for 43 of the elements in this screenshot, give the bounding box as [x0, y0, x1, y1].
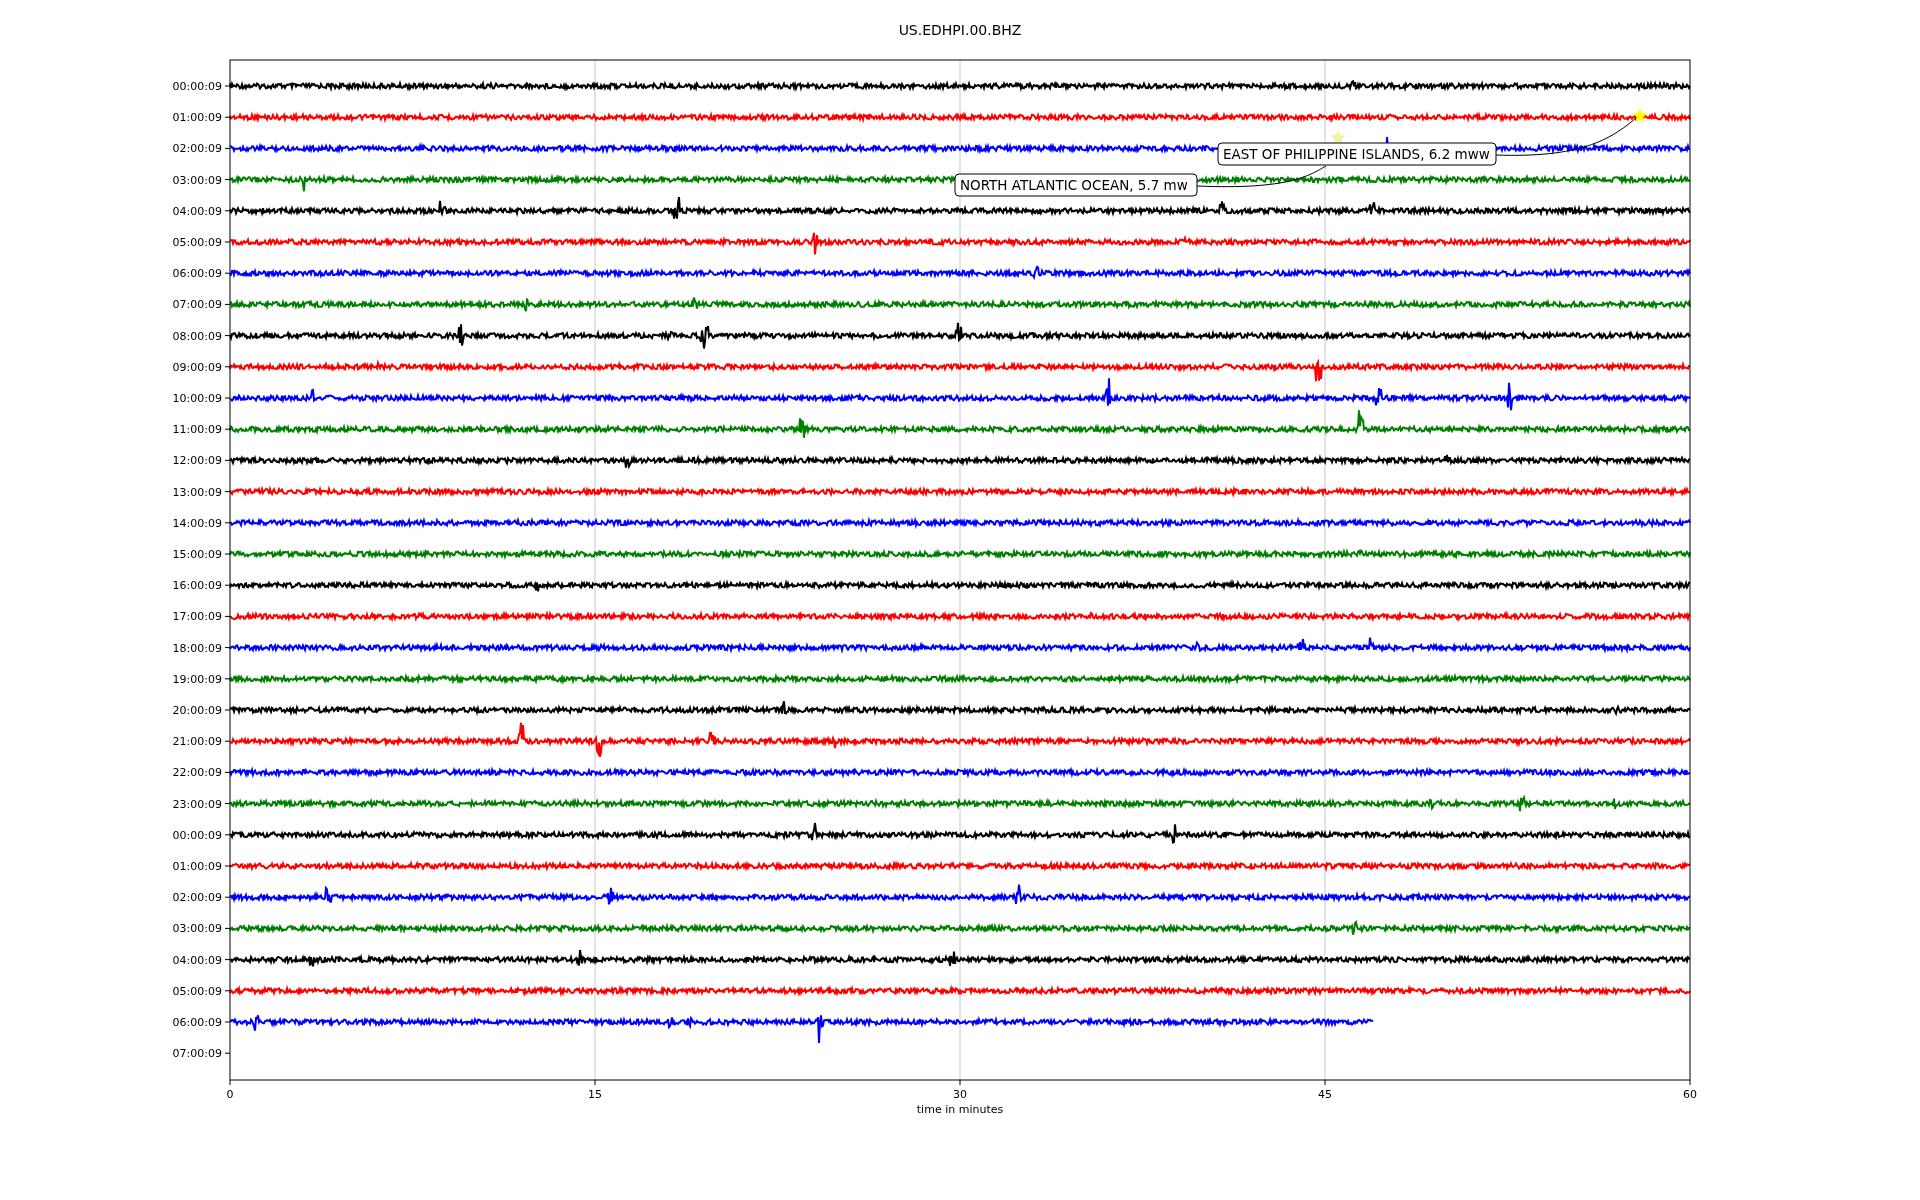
time-label: 06:00:09 [172, 1016, 222, 1029]
time-label: 22:00:09 [172, 766, 222, 780]
event-label: EAST OF PHILIPPINE ISLANDS, 6.2 mww [1217, 142, 1497, 166]
time-label: 00:00:09 [172, 80, 222, 93]
time-label: 19:00:09 [172, 672, 222, 686]
time-label: 02:00:09 [172, 891, 222, 905]
time-label: 06:00:09 [172, 267, 222, 281]
time-label: 01:00:09 [172, 860, 222, 873]
time-label: 13:00:09 [172, 485, 222, 499]
x-tick-label: 15 [588, 1088, 602, 1101]
time-label: 03:00:09 [172, 173, 222, 187]
time-label: 09:00:09 [172, 360, 222, 374]
time-label: 15:00:09 [172, 548, 222, 561]
time-label: 20:00:09 [172, 704, 222, 717]
x-axis-label: time in minutes [916, 1103, 1004, 1116]
star-icon [1330, 130, 1346, 145]
time-label: 03:00:09 [172, 922, 222, 936]
x-tick-label: 45 [1318, 1088, 1332, 1101]
time-label: 08:00:09 [172, 329, 222, 343]
x-tick-label: 0 [226, 1088, 234, 1101]
time-label: 00:00:09 [172, 828, 222, 842]
time-label: 04:00:09 [172, 204, 222, 218]
time-label: 04:00:09 [172, 953, 222, 967]
time-label: 12:00:09 [172, 454, 222, 468]
time-label: 18:00:09 [172, 641, 222, 655]
time-label: 10:00:09 [172, 392, 222, 405]
x-tick-label: 30 [953, 1088, 967, 1101]
time-label: 01:00:09 [172, 111, 222, 125]
time-label: 05:00:09 [172, 984, 222, 998]
time-label: 07:00:09 [172, 298, 222, 312]
x-tick-label: 60 [1683, 1088, 1697, 1101]
time-label: 21:00:09 [172, 735, 222, 749]
time-label: 17:00:09 [172, 610, 222, 624]
time-label: 23:00:09 [172, 797, 222, 811]
plot-title: US.EDHPI.00.BHZ [898, 22, 1022, 38]
time-label: 07:00:09 [172, 1047, 222, 1061]
event-label: NORTH ATLANTIC OCEAN, 5.7 mw [954, 173, 1198, 197]
time-label: 11:00:09 [172, 423, 222, 437]
time-label: 05:00:09 [172, 236, 222, 249]
time-label: 02:00:09 [172, 142, 222, 156]
time-label: 16:00:09 [172, 579, 222, 593]
star-icon [1632, 108, 1648, 123]
time-label: 14:00:09 [172, 516, 222, 530]
